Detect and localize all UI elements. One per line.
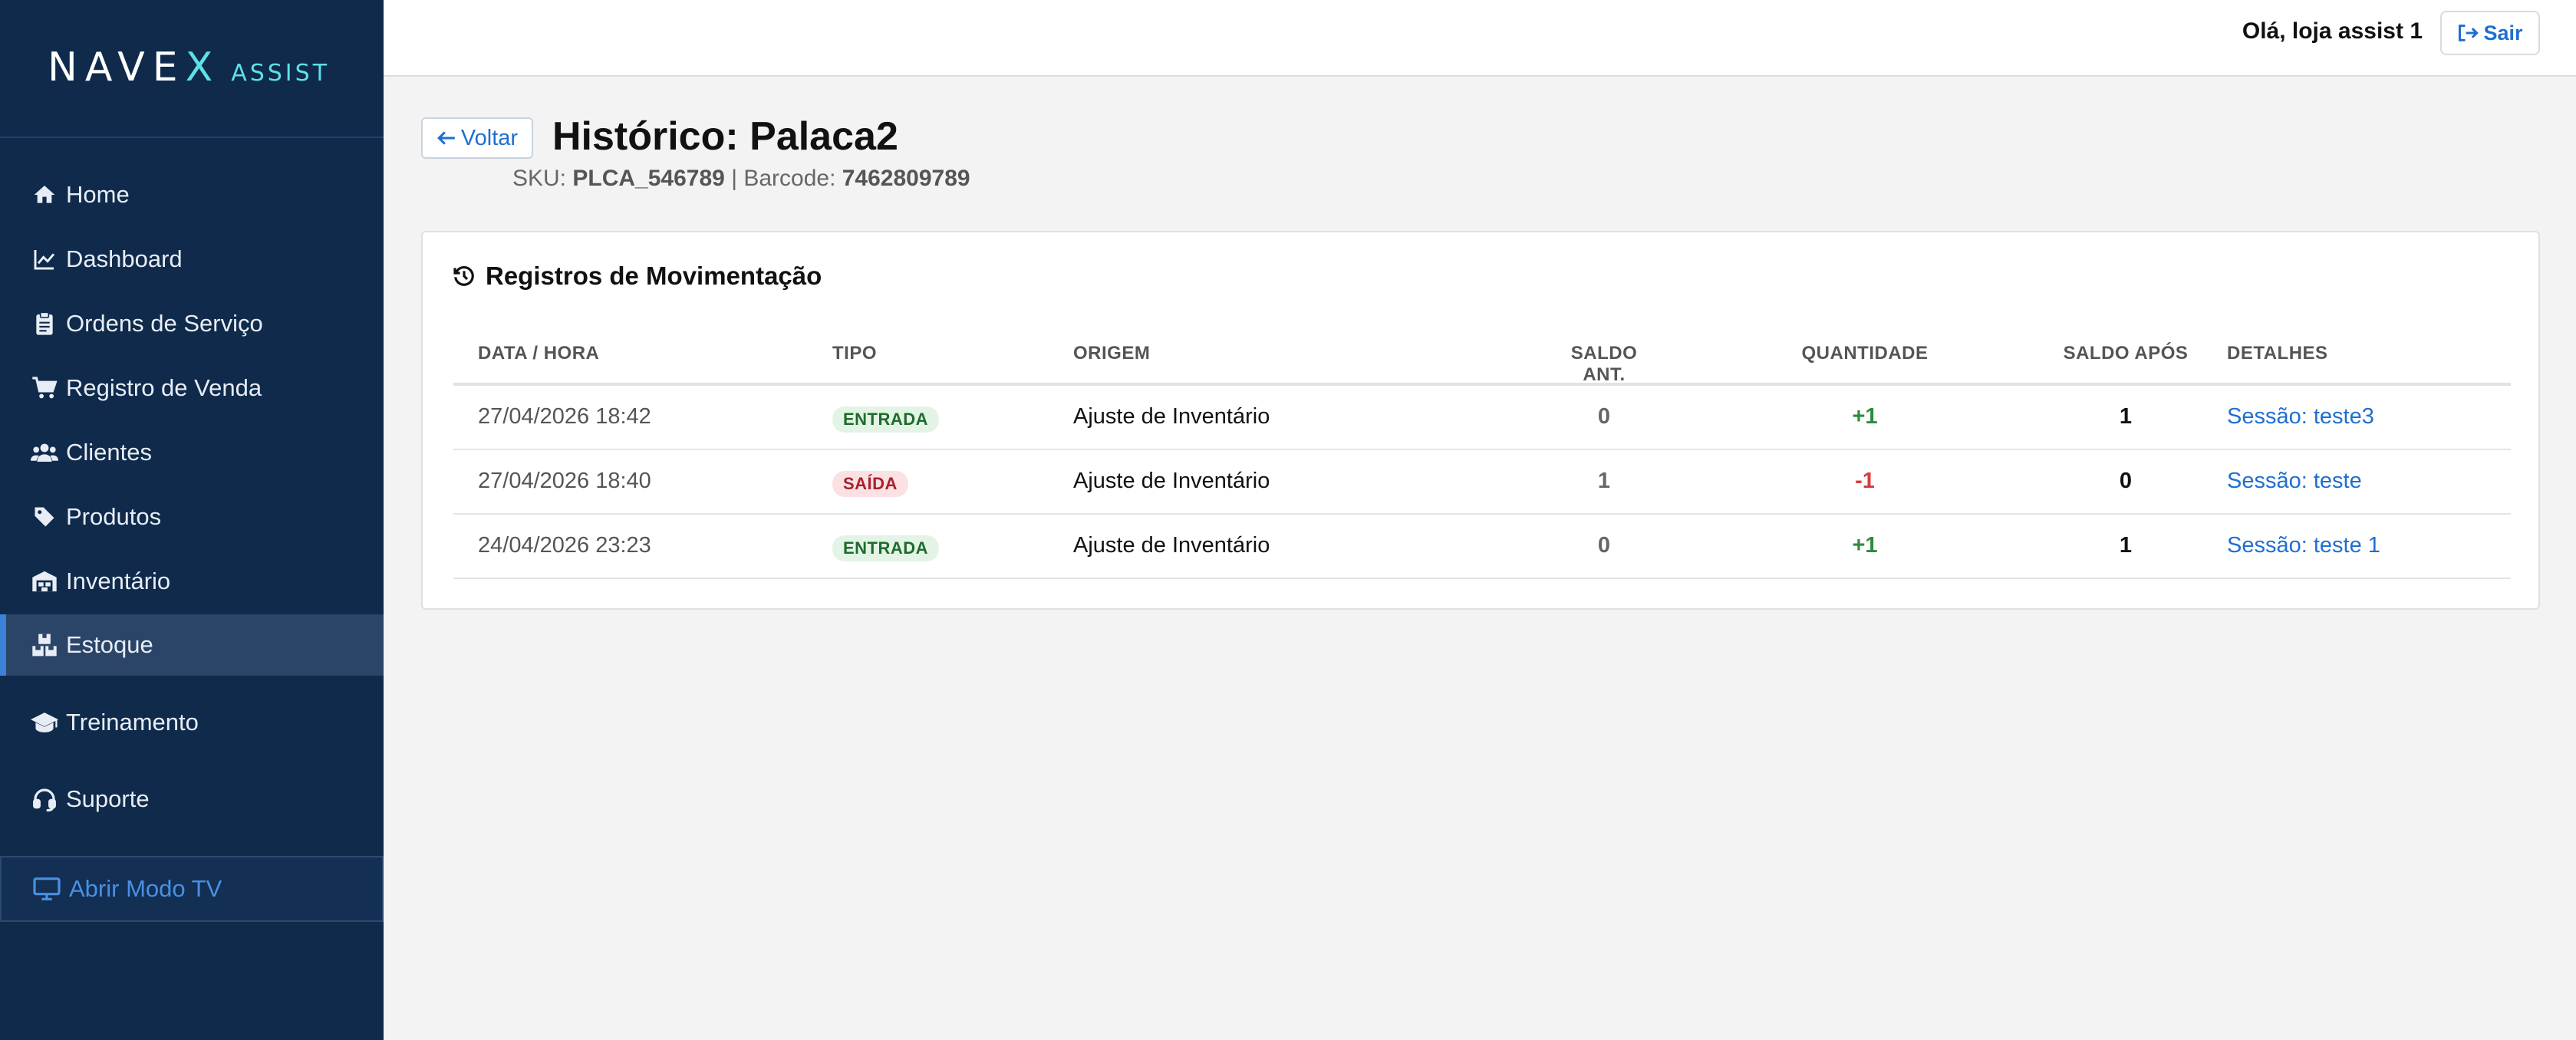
warehouse-icon: [31, 568, 58, 595]
sku-value: PLCA_546789: [572, 166, 725, 191]
sidebar-item-label: Home: [66, 181, 130, 208]
cell-date: 27/04/2026 18:40: [478, 469, 651, 493]
headset-icon: [31, 785, 58, 813]
sidebar-divider: [0, 137, 384, 138]
barcode-value: 7462809789: [842, 166, 970, 191]
column-header-details[interactable]: DETALHES: [2227, 343, 2328, 364]
logo-text: NAVEX: [48, 44, 220, 91]
card-title: Registros de Movimentação: [452, 262, 822, 291]
column-header-balance-before[interactable]: SALDO ANT.: [1550, 343, 1658, 386]
column-header-date[interactable]: DATA / HORA: [478, 343, 599, 364]
cell-date: 27/04/2026 18:42: [478, 404, 651, 429]
card-title-text: Registros de Movimentação: [486, 262, 822, 290]
sku-label: SKU:: [512, 166, 567, 191]
sidebar-item-produtos[interactable]: Produtos: [0, 486, 384, 548]
monitor-icon: [32, 874, 61, 903]
sidebar-item-registro-de-venda[interactable]: Registro de Venda: [0, 357, 384, 419]
graduation-cap-icon: [31, 709, 58, 736]
home-icon: [31, 181, 58, 209]
top-bar: Olá, loja assist 1 Sair: [384, 0, 2576, 77]
sidebar-item-label: Registro de Venda: [66, 374, 262, 401]
sidebar-item-label: Dashboard: [66, 245, 183, 272]
sidebar-item-ordens-de-servico[interactable]: Ordens de Serviço: [0, 293, 384, 354]
sidebar-item-inventario[interactable]: Inventário: [0, 551, 384, 612]
sidebar-item-home[interactable]: Home: [0, 164, 384, 225]
sidebar-item-label: Estoque: [66, 631, 153, 658]
boxes-icon: [31, 631, 58, 659]
cell-balance-before: 0: [1597, 404, 1611, 429]
sidebar-item-label: Clientes: [66, 439, 152, 466]
cell-balance-after: 1: [2119, 533, 2133, 558]
cart-icon: [31, 374, 58, 402]
sidebar-item-treinamento[interactable]: Treinamento: [0, 692, 384, 753]
cell-quantity: +1: [1852, 404, 1878, 429]
cell-balance-before: 0: [1597, 533, 1611, 558]
column-header-type[interactable]: TIPO: [832, 343, 877, 364]
table-row: 24/04/2026 23:23 ENTRADA Ajuste de Inven…: [453, 515, 2511, 579]
cell-origin: Ajuste de Inventário: [1073, 404, 1270, 429]
barcode-label: Barcode:: [743, 166, 836, 191]
session-link[interactable]: Sessão: teste3: [2227, 404, 2374, 429]
cell-type: ENTRADA: [832, 406, 940, 433]
separator: |: [731, 166, 737, 191]
product-identifiers: SKU: PLCA_546789 | Barcode: 7462809789: [512, 166, 970, 192]
back-label: Voltar: [460, 125, 519, 150]
back-button[interactable]: Voltar: [421, 117, 533, 159]
column-header-origin[interactable]: ORIGEM: [1073, 343, 1150, 364]
type-badge: ENTRADA: [832, 535, 940, 561]
users-icon: [31, 439, 58, 466]
sidebar-item-suporte[interactable]: Suporte: [0, 768, 384, 830]
cell-quantity: -1: [1855, 469, 1875, 493]
table-header: DATA / HORA TIPO ORIGEM SALDO ANT. QUANT…: [453, 324, 2511, 386]
column-header-balance-after[interactable]: SALDO APÓS: [2057, 343, 2195, 364]
sidebar-item-estoque[interactable]: Estoque: [0, 614, 384, 676]
session-link[interactable]: Sessão: teste: [2227, 469, 2362, 494]
sidebar-item-clientes[interactable]: Clientes: [0, 422, 384, 483]
user-greeting: Olá, loja assist 1: [2242, 18, 2423, 44]
cell-type: SAÍDA: [832, 470, 908, 497]
sidebar-item-label: Produtos: [66, 503, 162, 530]
cell-type: ENTRADA: [832, 535, 940, 561]
cell-balance-after: 1: [2119, 404, 2133, 429]
open-tv-mode-button[interactable]: Abrir Modo TV: [0, 856, 384, 922]
sidebar-item-dashboard[interactable]: Dashboard: [0, 229, 384, 290]
logo-x: X: [185, 44, 221, 91]
sidebar-item-label: Ordens de Serviço: [66, 310, 263, 337]
cell-balance-before: 1: [1597, 469, 1611, 493]
type-badge: ENTRADA: [832, 406, 940, 433]
logout-button[interactable]: Sair: [2440, 11, 2540, 55]
sidebar-item-label: Treinamento: [66, 709, 199, 736]
sidebar: NAVEX ASSIST Home Dashboard Ordens de Se…: [0, 0, 384, 1040]
type-badge: SAÍDA: [832, 471, 908, 497]
sidebar-item-label: Inventário: [66, 568, 171, 594]
cell-balance-after: 0: [2119, 469, 2133, 493]
movements-table: DATA / HORA TIPO ORIGEM SALDO ANT. QUANT…: [453, 324, 2511, 579]
chart-line-icon: [31, 245, 58, 273]
table-row: 27/04/2026 18:42 ENTRADA Ajuste de Inven…: [453, 386, 2511, 450]
cell-origin: Ajuste de Inventário: [1073, 469, 1270, 493]
page-title: Histórico: Palaca2: [552, 114, 898, 159]
cell-origin: Ajuste de Inventário: [1073, 533, 1270, 558]
cell-date: 24/04/2026 23:23: [478, 533, 651, 558]
sign-out-icon: [2457, 22, 2479, 44]
logout-label: Sair: [2483, 21, 2523, 44]
sidebar-item-label: Suporte: [66, 785, 150, 812]
session-link[interactable]: Sessão: teste 1: [2227, 533, 2380, 558]
tag-icon: [31, 503, 58, 531]
logo-subtitle: ASSIST: [231, 60, 331, 87]
clipboard-icon: [31, 310, 58, 337]
cell-quantity: +1: [1852, 533, 1878, 558]
column-header-quantity[interactable]: QUANTIDADE: [1796, 343, 1934, 364]
arrow-left-icon: [436, 130, 456, 146]
table-row: 27/04/2026 18:40 SAÍDA Ajuste de Inventá…: [453, 450, 2511, 515]
logo: NAVEX ASSIST: [48, 44, 330, 91]
history-icon: [452, 262, 479, 290]
movement-records-card: Registros de Movimentação DATA / HORA TI…: [421, 231, 2540, 610]
logo-prefix: NAVE: [48, 44, 186, 91]
tv-button-label: Abrir Modo TV: [69, 875, 222, 902]
